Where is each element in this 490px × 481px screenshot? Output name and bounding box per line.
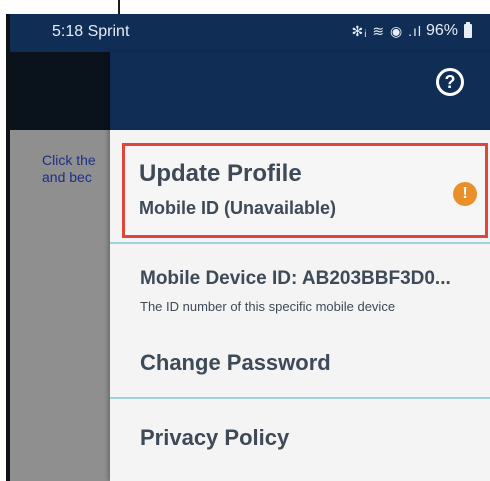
divider <box>110 397 490 399</box>
status-icons: ✻ᵢ ≋ ◉ .ıl 96% <box>352 22 472 40</box>
change-password-item[interactable]: Change Password <box>140 350 331 376</box>
help-icon[interactable]: ? <box>436 68 464 96</box>
phone-screen: 5:18 Sprint ✻ᵢ ≋ ◉ .ıl 96% Click the and… <box>6 14 490 481</box>
carrier-name: Sprint <box>87 23 130 40</box>
battery-icon <box>464 22 472 38</box>
mobile-device-id-description: The ID number of this specific mobile de… <box>140 299 396 314</box>
status-bar: 5:18 Sprint ✻ᵢ ≋ ◉ .ıl 96% <box>10 14 490 52</box>
privacy-policy-item[interactable]: Privacy Policy <box>140 425 289 451</box>
navigation-drawer: ? Update Profile Mobile ID (Unavailable)… <box>110 52 490 481</box>
update-profile-title: Update Profile <box>139 160 302 187</box>
background-app-header <box>10 52 110 130</box>
update-profile-item[interactable]: Update Profile Mobile ID (Unavailable) ! <box>122 143 488 238</box>
status-time: 5:18 Sprint <box>52 23 130 40</box>
background-instruction-text: Click the and bec <box>42 152 96 185</box>
divider <box>110 242 490 244</box>
battery-level: 96% <box>425 22 458 39</box>
mobile-id-status: Mobile ID (Unavailable) <box>139 198 337 218</box>
frame-line <box>118 0 120 14</box>
signal-icons: ✻ᵢ ≋ ◉ .ıl <box>351 22 422 39</box>
warning-icon: ! <box>453 182 477 206</box>
drawer-header: ? <box>110 52 490 130</box>
mobile-device-id: Mobile Device ID: AB203BBF3D0... <box>140 268 451 289</box>
